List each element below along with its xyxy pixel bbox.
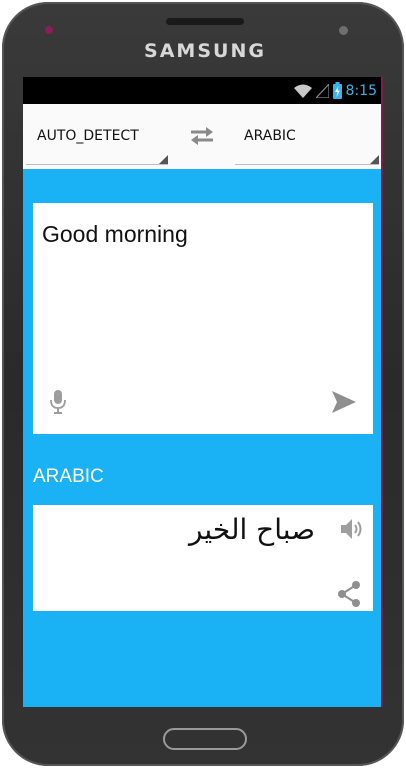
home-button[interactable] [163,728,247,750]
screen-edge [381,77,383,707]
share-icon[interactable] [337,581,361,607]
source-dropdown-icon [159,155,168,164]
target-dropdown-icon [370,155,379,164]
input-card: Good morning [33,203,373,434]
earpiece [166,18,244,25]
source-language-spinner[interactable]: AUTO_DETECT [26,104,168,169]
speaker-icon[interactable] [341,517,363,541]
language-toolbar: AUTO_DETECT ARABIC [23,104,383,169]
translated-text: صباح الخير [188,513,315,546]
signal-icon [315,83,329,98]
output-card: صباح الخير [33,505,373,611]
notification-led [45,26,53,34]
output-language-label: ARABIC [33,466,104,487]
status-bar: 8:15 [23,77,383,104]
device-brand: SAMSUNG [144,40,266,62]
target-spinner-underline [235,164,379,165]
swap-arrows-icon[interactable] [189,125,215,147]
target-language-spinner[interactable]: ARABIC [235,104,379,169]
source-language-label: AUTO_DETECT [37,128,139,144]
wifi-icon [293,84,312,98]
microphone-icon[interactable] [49,390,67,414]
source-spinner-underline [26,164,168,165]
target-language-spinner-label: ARABIC [244,128,296,144]
app-screen: 8:15 AUTO_DETECT ARABIC Good morning ARA… [23,77,383,707]
status-clock: 8:15 [345,82,377,99]
send-icon[interactable] [331,389,357,415]
source-text-input[interactable]: Good morning [42,221,188,248]
front-camera [339,26,348,35]
battery-charging-icon [332,82,342,99]
